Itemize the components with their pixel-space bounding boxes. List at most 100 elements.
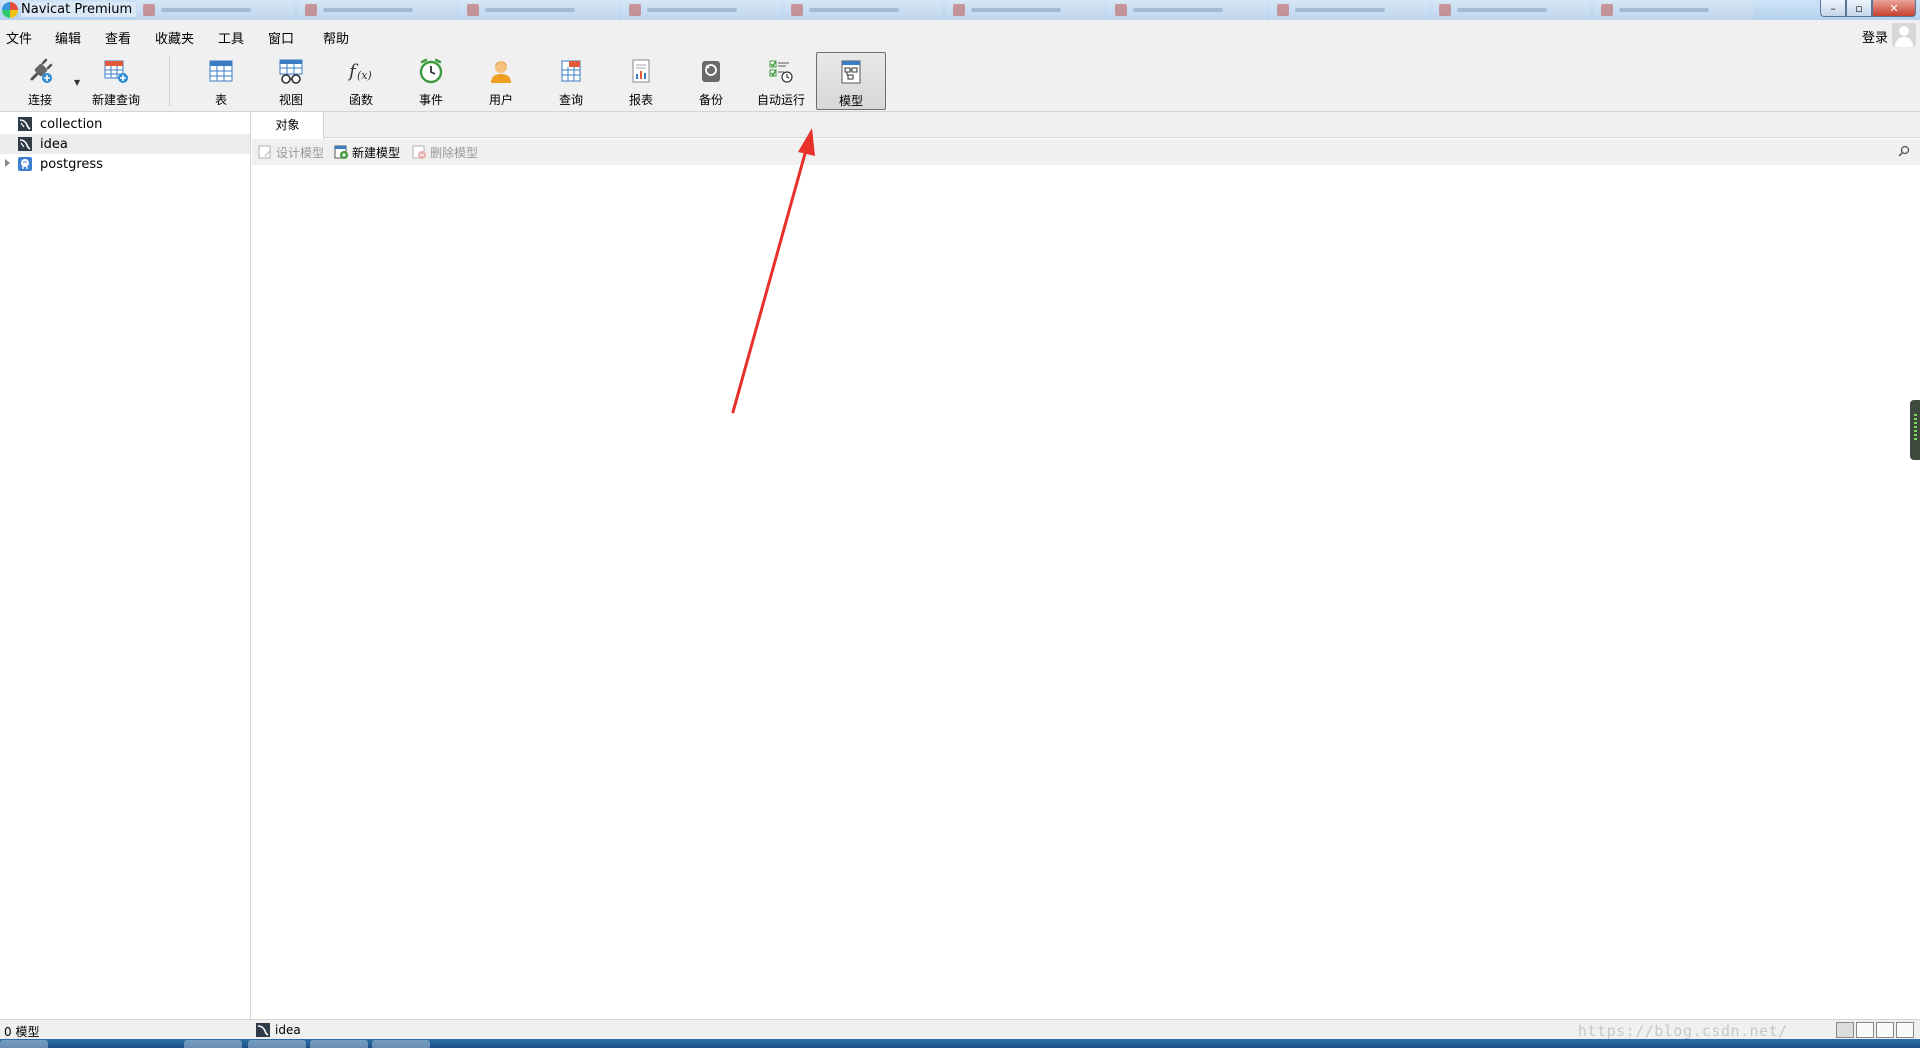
table-icon: [209, 60, 233, 82]
os-taskbar: [0, 1039, 1920, 1048]
postgresql-connection-icon: [18, 157, 32, 171]
minimize-button[interactable]: –: [1820, 0, 1846, 17]
tree-item-label: collection: [40, 117, 103, 132]
tree-item-postgress[interactable]: postgress: [0, 154, 250, 174]
view-mode-switcher: [1834, 1022, 1914, 1038]
tab-objects[interactable]: 对象: [252, 112, 324, 139]
tree-item-idea[interactable]: idea: [0, 134, 250, 154]
expand-arrow-icon[interactable]: [5, 159, 10, 167]
function-button[interactable]: f (x) 函数: [326, 52, 396, 110]
query-icon: [561, 60, 581, 82]
model-button[interactable]: 模型: [816, 52, 886, 110]
backup-label: 备份: [698, 93, 723, 107]
menu-file[interactable]: 文件: [6, 28, 32, 47]
edge-monitor-widget[interactable]: [1910, 400, 1920, 460]
view-button[interactable]: 视图: [256, 52, 326, 110]
watermark-text: https://blog.csdn.net/: [1578, 1022, 1788, 1040]
window-controls: – ▫ ✕: [1820, 0, 1916, 17]
view-label: 视图: [278, 93, 303, 107]
mysql-connection-icon: [18, 117, 32, 131]
detail-view-icon[interactable]: [1876, 1022, 1894, 1038]
taskbar-item[interactable]: [372, 1040, 430, 1048]
status-bar: 0 模型 idea https://blog.csdn.net/: [0, 1019, 1920, 1040]
design-model-button[interactable]: 设计模型: [258, 144, 324, 160]
delete-model-icon: [412, 145, 426, 159]
menu-view[interactable]: 查看: [105, 28, 131, 47]
model-label: 模型: [838, 94, 863, 108]
navicat-logo-icon: [2, 2, 18, 18]
automation-icon: [769, 60, 793, 83]
menu-help[interactable]: 帮助: [323, 28, 349, 47]
user-label: 用户: [488, 93, 513, 107]
menu-tools[interactable]: 工具: [218, 28, 244, 47]
user-avatar-icon[interactable]: [1892, 23, 1916, 47]
start-button[interactable]: [0, 1040, 48, 1048]
menu-bar: 文件 编辑 查看 收藏夹 工具 窗口 帮助 登录: [0, 20, 1920, 50]
new-model-label: 新建模型: [352, 145, 401, 160]
report-label: 报表: [628, 93, 653, 107]
design-model-icon: [258, 145, 271, 159]
report-icon: [632, 59, 650, 83]
menu-window[interactable]: 窗口: [268, 28, 294, 47]
new-model-button[interactable]: 新建模型: [334, 144, 400, 160]
user-button[interactable]: 用户: [466, 52, 536, 110]
function-label: 函数: [348, 93, 373, 107]
object-count: 0 模型: [4, 1025, 40, 1039]
new-query-label: 新建查询: [91, 93, 140, 107]
mysql-connection-icon: [18, 137, 32, 151]
status-connection-label: idea: [275, 1023, 301, 1037]
list-view-icon[interactable]: [1856, 1022, 1874, 1038]
new-query-button[interactable]: 新建查询: [81, 52, 151, 110]
taskbar-item[interactable]: [310, 1040, 368, 1048]
delete-model-label: 删除模型: [430, 145, 479, 160]
user-icon: [491, 61, 511, 83]
status-connection: idea: [256, 1023, 301, 1037]
tree-item-collection[interactable]: collection: [0, 114, 250, 134]
window-title: Navicat Premium: [21, 2, 137, 17]
delete-model-button[interactable]: 删除模型: [412, 144, 478, 160]
connect-button[interactable]: 连接: [5, 52, 75, 110]
background-browser-tabs: [135, 0, 1810, 20]
backup-icon: [702, 61, 720, 82]
main-toolbar: 连接 ▼ 新建查询 表 视图 f (x) 函数 事件 用户 查询 报表 备份 自…: [0, 50, 1920, 112]
event-button[interactable]: 事件: [396, 52, 466, 110]
menu-edit[interactable]: 编辑: [55, 28, 81, 47]
title-bar: Navicat Premium – ▫ ✕: [0, 0, 1920, 20]
table-button[interactable]: 表: [186, 52, 256, 110]
new-model-icon: [334, 145, 348, 159]
backup-button[interactable]: 备份: [676, 52, 746, 110]
object-panel: 对象 设计模型 新建模型 删除模型: [252, 112, 1920, 1019]
close-button[interactable]: ✕: [1872, 0, 1916, 17]
report-button[interactable]: 报表: [606, 52, 676, 110]
query-label: 查询: [558, 93, 583, 107]
query-button[interactable]: 查询: [536, 52, 606, 110]
search-icon[interactable]: [1898, 145, 1910, 157]
table-label: 表: [214, 93, 227, 107]
maximize-button[interactable]: ▫: [1846, 0, 1872, 17]
event-clock-icon: [419, 58, 443, 84]
automation-label: 自动运行: [756, 93, 805, 107]
model-icon: [841, 60, 861, 84]
tree-item-label: postgress: [40, 157, 103, 172]
event-label: 事件: [418, 93, 443, 107]
mysql-connection-icon: [256, 1023, 270, 1037]
plug-icon: [30, 58, 53, 83]
automation-button[interactable]: 自动运行: [746, 52, 816, 110]
taskbar-item[interactable]: [184, 1040, 242, 1048]
connect-dropdown-icon[interactable]: ▼: [74, 78, 80, 87]
login-link[interactable]: 登录: [1862, 27, 1888, 46]
taskbar-item[interactable]: [248, 1040, 306, 1048]
svg-text:(x): (x): [357, 69, 372, 82]
toggle-info-pane-icon[interactable]: [1896, 1022, 1914, 1038]
connection-tree: collection idea postgress: [0, 112, 251, 1019]
menu-favorites[interactable]: 收藏夹: [155, 28, 194, 47]
new-query-icon: [104, 60, 128, 83]
design-model-label: 设计模型: [276, 145, 325, 160]
function-fx-icon: f (x): [347, 61, 372, 82]
object-toolbar: 设计模型 新建模型 删除模型: [252, 139, 1920, 165]
grid-view-icon[interactable]: [1836, 1022, 1854, 1038]
connect-label: 连接: [27, 93, 52, 107]
view-glasses-icon: [279, 59, 303, 84]
tree-item-label: idea: [40, 137, 68, 152]
tab-bar: 对象: [252, 112, 1920, 139]
